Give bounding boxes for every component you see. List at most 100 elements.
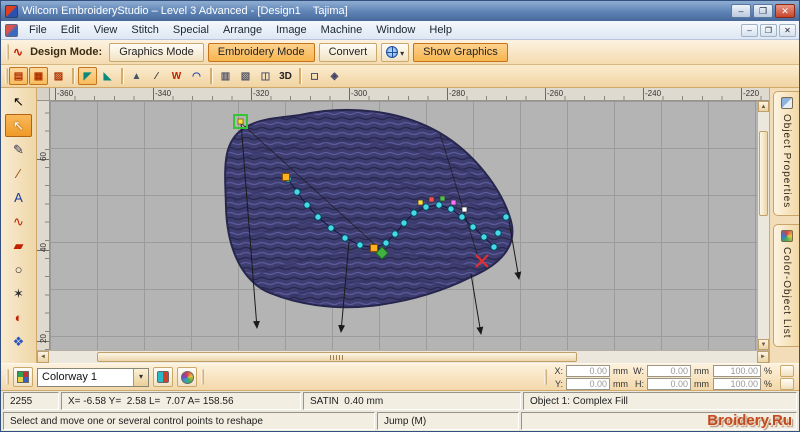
convert-button[interactable]: Convert — [318, 42, 378, 62]
closest-join-icon[interactable]: ▲ — [127, 67, 146, 85]
transform-apply-button[interactable] — [780, 364, 794, 377]
control-point[interactable] — [400, 219, 408, 227]
control-point[interactable] — [490, 243, 498, 251]
toolbar-grip[interactable] — [544, 369, 547, 385]
vertical-scroll-thumb[interactable] — [759, 131, 768, 216]
chevron-down-icon[interactable] — [133, 368, 148, 386]
slant-icon[interactable]: ∕ — [147, 67, 166, 85]
run-stitch-icon[interactable]: ▤ — [9, 67, 28, 85]
lettering-tool[interactable]: A — [5, 186, 32, 209]
graphics-mode-button[interactable]: Graphics Mode — [109, 42, 204, 62]
menu-file[interactable]: File — [22, 23, 54, 37]
w-value-field[interactable]: 0.00 — [647, 364, 691, 377]
stitch-edit-icon[interactable]: ◣ — [98, 67, 117, 85]
menu-special[interactable]: Special — [166, 23, 216, 37]
pan-icon[interactable]: ◈ — [325, 67, 344, 85]
3d-view-icon[interactable]: 3D — [276, 67, 295, 85]
menu-stitch[interactable]: Stitch — [124, 23, 166, 37]
maximize-button[interactable]: ❐ — [753, 4, 773, 18]
menu-view[interactable]: View — [87, 23, 125, 37]
minimize-button[interactable]: – — [731, 4, 751, 18]
control-point[interactable] — [356, 241, 364, 249]
edit-object-tool[interactable]: ✎ — [5, 138, 32, 161]
backstitch-icon[interactable]: ◠ — [187, 67, 206, 85]
mdi-close-button[interactable]: ✕ — [779, 23, 796, 37]
ellipse-tool[interactable]: ○ — [5, 258, 32, 281]
scale-y-field[interactable]: 100.00 — [713, 377, 761, 390]
embroidery-object[interactable] — [224, 108, 514, 309]
control-point[interactable] — [480, 233, 488, 241]
reshape-object-icon[interactable]: ◤ — [78, 67, 97, 85]
toolbar-grip[interactable] — [201, 369, 204, 385]
tatami-stitch-icon[interactable]: ▨ — [49, 67, 68, 85]
reshape-tool[interactable]: ↖ — [5, 114, 32, 137]
mdi-minimize-button[interactable]: – — [741, 23, 758, 37]
menu-window[interactable]: Window — [369, 23, 422, 37]
color-wheel-tool[interactable]: ❖ — [5, 330, 32, 353]
anchor-node[interactable] — [237, 118, 244, 125]
control-point[interactable] — [314, 213, 322, 221]
control-point[interactable] — [391, 230, 399, 238]
horizontal-scroll-thumb[interactable] — [97, 352, 577, 362]
mirror-merge-tool[interactable]: ◐ — [5, 306, 32, 329]
menu-machine[interactable]: Machine — [314, 23, 370, 37]
control-point[interactable] — [494, 229, 502, 237]
y-value-field[interactable]: 0.00 — [566, 377, 610, 390]
x-value-field[interactable]: 0.00 — [566, 364, 610, 377]
menu-help[interactable]: Help — [422, 23, 459, 37]
toolbar-grip[interactable] — [5, 68, 8, 84]
control-point[interactable] — [435, 201, 443, 209]
corner-node[interactable] — [370, 244, 378, 252]
fill-stitch-tool[interactable]: ▰ — [5, 234, 32, 257]
scroll-down-icon[interactable]: ▼ — [758, 339, 769, 350]
stitch-angle-icon[interactable]: ▥ — [216, 67, 235, 85]
wave-effect-icon[interactable]: W — [167, 67, 186, 85]
h-value-field[interactable]: 0.00 — [647, 377, 691, 390]
scale-x-field[interactable]: 100.00 — [713, 364, 761, 377]
tab-color-object-list[interactable]: Color-Object List — [773, 224, 799, 347]
select-tool[interactable]: ↖ — [5, 90, 32, 113]
corner-node[interactable] — [282, 173, 290, 181]
control-point[interactable] — [303, 201, 311, 209]
horizontal-scrollbar[interactable]: ◄ ► — [37, 350, 769, 363]
scroll-left-icon[interactable]: ◄ — [37, 351, 49, 363]
control-point[interactable] — [410, 209, 418, 217]
scroll-right-icon[interactable]: ► — [757, 351, 769, 363]
control-point[interactable] — [422, 203, 430, 211]
embroidery-mode-button[interactable]: Embroidery Mode — [207, 42, 315, 62]
hoop-globe-button[interactable] — [381, 42, 410, 62]
vertical-scrollbar[interactable]: ▲ ▼ — [757, 101, 769, 350]
control-point[interactable] — [469, 223, 477, 231]
design-canvas[interactable] — [50, 101, 757, 350]
colorway-palette-button[interactable] — [13, 367, 33, 387]
knife-tool[interactable]: ∕ — [5, 162, 32, 185]
control-point[interactable] — [502, 213, 510, 221]
mdi-restore-button[interactable]: ❐ — [760, 23, 777, 37]
close-button[interactable]: ✕ — [775, 4, 795, 18]
menu-edit[interactable]: Edit — [54, 23, 87, 37]
menu-image[interactable]: Image — [269, 23, 314, 37]
toolbar-grip[interactable] — [6, 44, 9, 60]
control-point[interactable] — [447, 205, 455, 213]
tab-object-properties[interactable]: Object Properties — [773, 91, 799, 217]
control-point[interactable] — [327, 224, 335, 232]
satin-stitch-icon[interactable]: ▦ — [29, 67, 48, 85]
control-point[interactable] — [458, 213, 466, 221]
control-point[interactable] — [382, 239, 390, 247]
document-icon[interactable] — [5, 23, 18, 37]
zoom-box-icon[interactable]: ◻ — [305, 67, 324, 85]
edit-colorway-button[interactable] — [153, 367, 173, 387]
scroll-up-icon[interactable]: ▲ — [758, 101, 769, 112]
colorway-select[interactable]: Colorway 1 — [37, 367, 149, 387]
star-tool[interactable]: ✶ — [5, 282, 32, 305]
control-point[interactable] — [293, 188, 301, 196]
control-point[interactable] — [341, 234, 349, 242]
run-stitch-tool[interactable]: ∿ — [5, 210, 32, 233]
pull-comp-icon[interactable]: ◫ — [256, 67, 275, 85]
menu-arrange[interactable]: Arrange — [216, 23, 269, 37]
show-graphics-button[interactable]: Show Graphics — [413, 42, 508, 62]
transform-reset-button[interactable] — [780, 377, 794, 390]
color-wheel-button[interactable] — [177, 367, 197, 387]
underlay-icon[interactable]: ▧ — [236, 67, 255, 85]
toolbar-grip[interactable] — [6, 369, 9, 385]
